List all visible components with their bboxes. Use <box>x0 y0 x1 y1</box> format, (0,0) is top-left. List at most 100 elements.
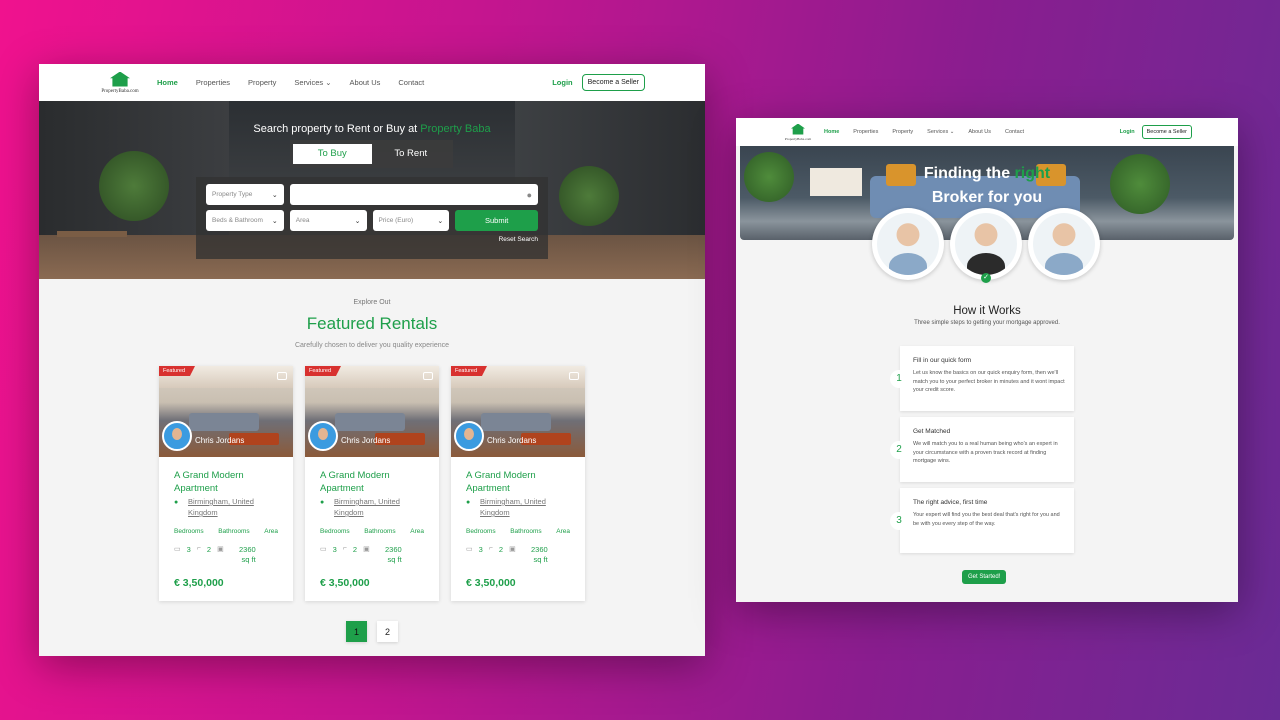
nav-services[interactable]: Services ⌄ <box>927 129 954 135</box>
nav-contact[interactable]: Contact <box>1005 129 1024 135</box>
area-value: Area <box>295 217 310 224</box>
page-1-button[interactable]: 1 <box>346 621 367 642</box>
become-seller-button[interactable]: Become a Seller <box>1141 125 1192 139</box>
agent-avatar <box>308 421 338 451</box>
property-type-select[interactable]: Property Type ⌄ <box>206 184 284 205</box>
property-card[interactable]: Featured Chris Jordans A Grand Modern Ap… <box>159 366 293 601</box>
page-2-button[interactable]: 2 <box>377 621 398 642</box>
login-link[interactable]: Login <box>552 78 572 87</box>
nav-home[interactable]: Home <box>157 78 178 87</box>
hero-title-text: Search property to Rent or Buy at <box>253 123 421 135</box>
reset-search-link[interactable]: Reset Search <box>206 236 538 243</box>
bathrooms-value: 2 <box>498 545 504 554</box>
sofa-shape <box>481 413 551 431</box>
area-select[interactable]: Area ⌄ <box>289 210 367 231</box>
area-label: Area <box>556 528 570 535</box>
nav-home[interactable]: Home <box>824 129 839 135</box>
featured-badge: Featured <box>159 366 196 376</box>
property-price: € 3,50,000 <box>174 577 224 589</box>
price-select[interactable]: Price (Euro) ⌄ <box>372 210 450 231</box>
nav-about-us[interactable]: About Us <box>350 78 381 87</box>
bath-icon: ⌐ <box>342 545 347 552</box>
broker-photo <box>1033 213 1095 275</box>
featured-badge: Featured <box>305 366 342 376</box>
property-image: Featured Chris Jordans <box>451 366 585 457</box>
bedrooms-label: Bedrooms <box>320 528 350 535</box>
agent-name: Chris Jordans <box>487 436 537 445</box>
beds-bath-select[interactable]: Beds & Bathroom ⌄ <box>206 210 284 231</box>
nav-property[interactable]: Property <box>892 129 913 135</box>
get-started-button[interactable]: Get Started! <box>962 570 1007 584</box>
property-image: Featured Chris Jordans <box>305 366 439 457</box>
property-title[interactable]: A Grand Modern Apartment <box>466 469 570 495</box>
location-pin-icon: ● <box>526 189 532 200</box>
pagination: 1 2 <box>346 621 398 642</box>
area-icon: ▣ <box>363 546 370 553</box>
tab-to-rent[interactable]: To Rent <box>372 144 451 164</box>
property-card[interactable]: Featured Chris Jordans A Grand Modern Ap… <box>305 366 439 601</box>
property-card[interactable]: Featured Chris Jordans A Grand Modern Ap… <box>451 366 585 601</box>
nav-services[interactable]: Services ⌄ <box>294 78 331 87</box>
step-text: Let us know the basics on our quick enqu… <box>913 370 1065 393</box>
bedrooms-value: 3 <box>186 545 191 554</box>
area-value: 2360 sq ft <box>239 545 256 564</box>
property-location-text: Birmingham, United Kingdom <box>480 497 546 517</box>
step-card: 1 Fill in our quick form Let us know the… <box>890 346 1074 411</box>
camera-icon[interactable] <box>277 372 287 380</box>
bedrooms-label: Bedrooms <box>174 528 204 535</box>
chevron-down-icon: ⌄ <box>271 191 278 199</box>
step-number: 3 <box>890 512 908 530</box>
location-pin-icon: ● <box>466 499 471 506</box>
nav-about-us[interactable]: About Us <box>968 129 991 135</box>
featured-badge: Featured <box>451 366 488 376</box>
broker-photo <box>877 213 939 275</box>
property-cards: Featured Chris Jordans A Grand Modern Ap… <box>159 366 585 601</box>
property-location[interactable]: ● Birmingham, United Kingdom <box>320 496 424 518</box>
how-it-works-title: How it Works <box>953 305 1021 317</box>
camera-icon[interactable] <box>569 372 579 380</box>
bathrooms-value: 2 <box>206 545 212 554</box>
submit-button[interactable]: Submit <box>455 210 538 231</box>
logo[interactable]: PropertyBaba.com <box>782 123 814 141</box>
become-seller-button[interactable]: Become a Seller <box>581 74 645 91</box>
broker-avatar[interactable] <box>1028 208 1100 280</box>
area-icon: ▣ <box>509 546 516 553</box>
property-location[interactable]: ● Birmingham, United Kingdom <box>174 496 278 518</box>
check-icon: ✓ <box>981 273 991 283</box>
property-type-value: Property Type <box>212 191 253 198</box>
property-title[interactable]: A Grand Modern Apartment <box>174 469 278 495</box>
camera-icon[interactable] <box>423 372 433 380</box>
how-it-works-subtitle: Three simple steps to getting your mortg… <box>914 320 1060 326</box>
property-title[interactable]: A Grand Modern Apartment <box>320 469 424 495</box>
hero-title: Finding the right Broker for you <box>740 162 1234 210</box>
logo-text: PropertyBaba.com <box>784 136 812 141</box>
plant-image <box>99 151 169 221</box>
nav-properties[interactable]: Properties <box>196 78 230 87</box>
top-nav: PropertyBaba.com Home Properties Propert… <box>39 64 705 101</box>
broker-avatar[interactable] <box>872 208 944 280</box>
tab-to-buy[interactable]: To Buy <box>293 144 372 164</box>
nav-property[interactable]: Property <box>248 78 276 87</box>
location-input[interactable]: ● <box>289 184 538 205</box>
bedrooms-value: 3 <box>478 545 483 554</box>
step-card: 2 Get Matched We will match you to a rea… <box>890 417 1074 482</box>
area-value: 2360 sq ft <box>385 545 402 564</box>
plant-image <box>559 166 619 226</box>
bed-icon: ▭ <box>320 546 327 553</box>
property-price: € 3,50,000 <box>466 577 516 589</box>
bedrooms-value: 3 <box>332 545 337 554</box>
agent-avatar <box>454 421 484 451</box>
step-title: Fill in our quick form <box>913 357 972 364</box>
bathrooms-value: 2 <box>352 545 358 554</box>
logo[interactable]: PropertyBaba.com <box>99 71 141 94</box>
property-image: Featured Chris Jordans <box>159 366 293 457</box>
broker-avatar-selected[interactable]: ✓ <box>950 208 1022 283</box>
step-number: 1 <box>890 370 908 388</box>
nav-contact[interactable]: Contact <box>398 78 424 87</box>
property-location[interactable]: ● Birmingham, United Kingdom <box>466 496 570 518</box>
sofa-shape <box>189 413 259 431</box>
nav-properties[interactable]: Properties <box>853 129 878 135</box>
price-value: Price (Euro) <box>378 217 414 224</box>
login-link[interactable]: Login <box>1120 129 1135 135</box>
left-page-mockup: PropertyBaba.com Home Properties Propert… <box>39 64 705 656</box>
